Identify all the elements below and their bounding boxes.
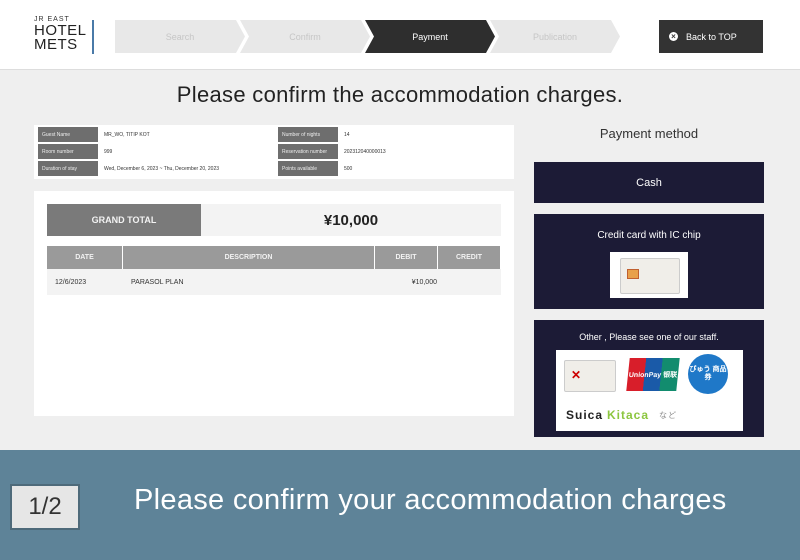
info-row-reservation: Reservation number 202312040000013 (278, 143, 510, 160)
guest-name-value: MR_WO, TITIP KOT (104, 131, 150, 138)
suica-logo-icon: Suica (566, 408, 604, 422)
charges-panel: Guest Name MR_WO, TITIP KOT Room number … (34, 125, 514, 485)
row-date: 12/6/2023 (55, 278, 87, 286)
header-bar: JR EAST HOTEL METS Search Confirm Paymen… (0, 0, 800, 70)
page-title: Please confirm the accommodation charges… (176, 82, 624, 107)
byu-coupon-icon: びゅう 商品券 (688, 354, 728, 394)
nights-value: 14 (344, 131, 350, 138)
close-icon: × (669, 32, 678, 41)
etc-label: など (659, 410, 678, 420)
credit-card-label: Credit card with IC chip (597, 230, 701, 241)
page-indicator: 1/2 (10, 484, 80, 530)
reservation-value: 202312040000013 (344, 148, 386, 155)
grand-total-label: GRAND TOTAL (47, 204, 201, 236)
step-confirm: Confirm (240, 20, 370, 53)
hotel-logo: JR EAST HOTEL METS (34, 16, 96, 56)
row-credit (442, 269, 497, 295)
points-label: Points available (278, 161, 338, 176)
other-payment-logos: ✕ UnionPay 银联 びゅう 商品券 Suica Kitaca など (556, 350, 743, 431)
guest-name-label: Guest Name (38, 127, 98, 142)
column-header-description: DESCRIPTION (123, 246, 375, 269)
info-row-points: Points available 500 (278, 160, 510, 177)
guest-info-table: Guest Name MR_WO, TITIP KOT Room number … (34, 125, 514, 179)
row-debit: ¥10,000 (411, 278, 437, 286)
progress-steps: Search Confirm Payment Publication (115, 20, 615, 53)
bill-box: GRAND TOTAL ¥10,000 DATE DESCRIPTION DEB… (34, 191, 514, 416)
back-to-top-label: Back to TOP (686, 31, 737, 42)
points-value: 500 (344, 165, 353, 172)
other-payment-label: Other , Please see one of our staff. (579, 332, 719, 342)
room-number-value: 999 (104, 148, 113, 155)
cross-icon: ✕ (571, 368, 582, 382)
magnetic-card-icon: ✕ (564, 360, 616, 392)
info-row-duration: Duration of stay Wed, December 6, 2023 ~… (38, 160, 274, 177)
info-row-guest-name: Guest Name MR_WO, TITIP KOT (38, 126, 274, 143)
other-payment-button[interactable]: Other , Please see one of our staff. ✕ U… (534, 320, 764, 437)
grand-total-value: ¥10,000 (201, 204, 501, 236)
payment-method-title: Payment method (599, 126, 699, 141)
column-header-date: DATE (47, 246, 123, 269)
main-content: Please confirm the accommodation charges… (0, 70, 800, 450)
nights-label: Number of nights (278, 127, 338, 142)
logo-line-2: METS (34, 36, 78, 53)
step-publication: Publication (490, 20, 620, 53)
back-to-top-button[interactable]: × Back to TOP (659, 20, 763, 53)
ic-card-logos: Suica Kitaca など (566, 408, 736, 422)
room-number-label: Room number (38, 144, 98, 159)
step-payment: Payment (365, 20, 495, 53)
column-header-credit: CREDIT (438, 246, 501, 269)
caption-text: Please confirm your accommodation charge… (134, 484, 727, 516)
logo-accent-bar (92, 20, 94, 54)
reservation-label: Reservation number (278, 144, 338, 159)
table-row: 12/6/2023 PARASOL PLAN ¥10,000 (47, 269, 501, 295)
info-row-room-number: Room number 999 (38, 143, 274, 160)
unionpay-logo-icon: UnionPay 银联 (626, 358, 680, 391)
duration-label: Duration of stay (38, 161, 98, 176)
caption-bar: 1/2 Please confirm your accommodation ch… (0, 450, 800, 560)
kitaca-logo-icon: Kitaca (607, 408, 650, 422)
credit-card-button[interactable]: Credit card with IC chip (534, 214, 764, 309)
ic-card-icon (620, 258, 680, 294)
step-search: Search (115, 20, 245, 53)
ic-chip-icon (627, 269, 639, 279)
column-header-debit: DEBIT (375, 246, 438, 269)
cash-button[interactable]: Cash (534, 162, 764, 203)
credit-card-image (610, 252, 688, 298)
duration-value: Wed, December 6, 2023 ~ Thu, December 20… (104, 165, 220, 172)
row-description: PARASOL PLAN (131, 278, 184, 286)
info-row-nights: Number of nights 14 (278, 126, 510, 143)
